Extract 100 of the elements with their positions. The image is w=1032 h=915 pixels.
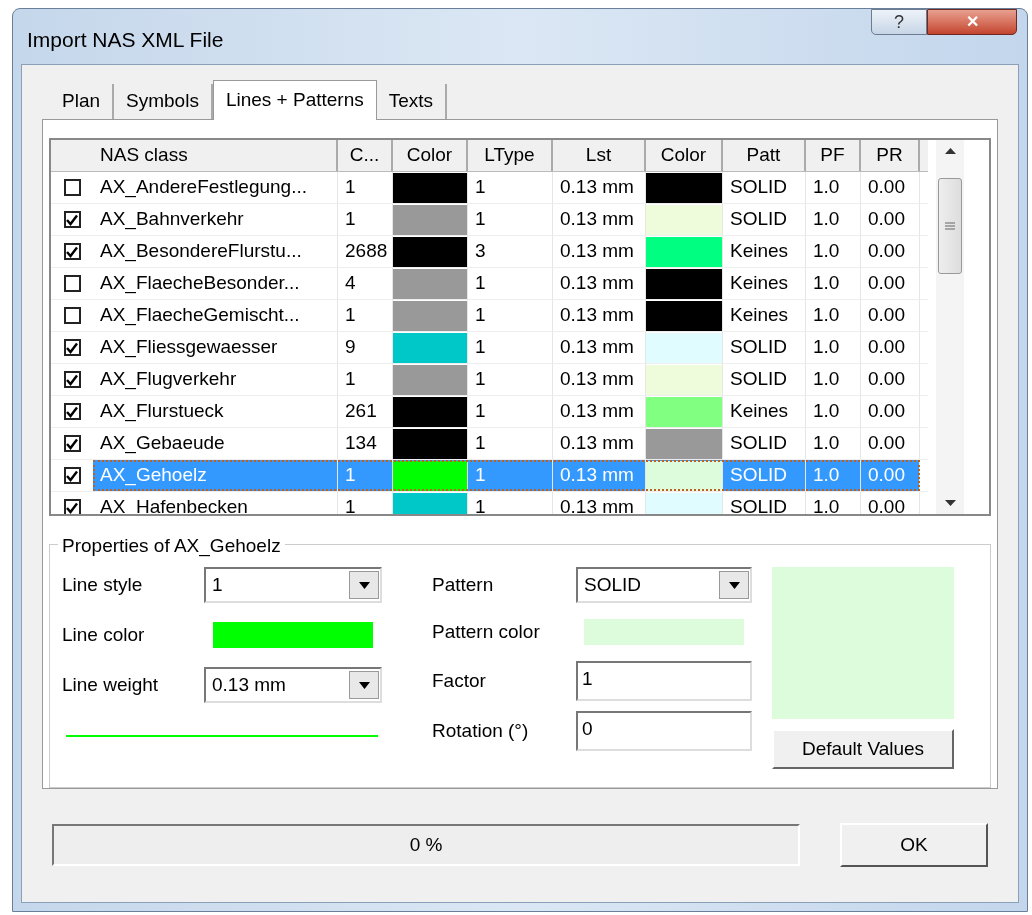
field-label: Line weight [62,672,159,697]
table-cell: 1 [468,492,553,515]
table-cell: 0.00 [861,332,920,363]
column-header[interactable]: Lst [553,140,646,171]
table-cell: AX_AndereFestlegung... [93,172,338,203]
table-cell: AX_Flugverkehr [93,364,338,395]
check-icon [66,341,78,354]
check-icon [66,501,78,514]
table-row[interactable]: AX_Gebaeude 134 1 0.13 mm SOLID 1.0 0.00 [93,428,920,459]
color-swatch[interactable] [213,622,373,649]
checkbox[interactable] [63,211,81,228]
table-cell: 1.0 [806,364,861,395]
table-cell: 1.0 [806,236,861,267]
help-button[interactable]: ? [871,9,927,35]
caret-icon [358,681,370,689]
field-label: Pattern color [432,619,540,644]
table-row[interactable]: AX_Hafenbecken 1 1 0.13 mm SOLID 1.0 0.00 [93,492,920,515]
table-cell: 1 [468,428,553,459]
column-header[interactable]: Color [393,140,468,171]
column-header[interactable]: Patt [723,140,806,171]
table-cell: AX_Gebaeude [93,428,338,459]
table-row[interactable]: AX_FlaecheBesonder... 4 1 0.13 mm Keines 1.0 0.00 [93,268,920,299]
field-label: Rotation (°) [432,718,529,743]
color-swatch[interactable] [584,619,744,646]
table-cell: 1 [468,460,553,491]
default-values-button[interactable]: Default Values [772,729,954,770]
table-cell: 1.0 [806,332,861,363]
table-cell: 1.0 [806,396,861,427]
checkbox[interactable] [63,499,81,515]
checkbox[interactable] [63,243,81,260]
dropdown-field[interactable]: 0.13 mm [204,667,382,704]
column-header[interactable]: C... [338,140,393,171]
table-cell: Keines [723,236,806,267]
table-cell: SOLID [723,492,806,515]
table-cell: 1 [468,300,553,331]
tab[interactable]: Lines + Patterns [212,80,377,120]
window-title: Import NAS XML File [27,27,224,53]
table-cell: AX_Gehoelz [93,460,338,491]
table-cell: 0.00 [861,396,920,427]
check-icon [66,245,78,258]
caret-icon [358,581,370,589]
column-header[interactable]: PF [806,140,861,171]
table-cell: AX_FlaecheBesonder... [93,268,338,299]
table-cell: 1.0 [806,300,861,331]
dropdown-field[interactable]: SOLID [576,567,752,604]
table-cell: 1.0 [806,204,861,235]
table-cell: 1.0 [806,460,861,491]
table-cell: SOLID [723,428,806,459]
check-icon [66,213,78,226]
up-arrow-icon [944,148,956,154]
table-row[interactable]: AX_BesondereFlurstu... 2688 3 0.13 mm Keines 1.0 0.00 [93,236,920,267]
check-icon [66,469,78,482]
scroll-thumb[interactable] [938,178,962,274]
grip-icon [945,222,955,230]
table-cell: 1 [468,204,553,235]
table-cell: 0.00 [861,268,920,299]
field-label: Pattern [432,572,494,597]
table-cell: 1.0 [806,172,861,203]
table-row[interactable]: AX_FlaecheGemischt... 1 1 0.13 mm Keines 1.0 0.00 [93,300,920,331]
dropdown-field[interactable]: 1 [204,567,382,604]
table-cell: 1 [468,364,553,395]
table-row[interactable]: AX_Fliessgewaesser 9 1 0.13 mm SOLID 1.0 0.00 [93,332,920,363]
table-cell: Keines [723,396,806,427]
table-cell: 1.0 [806,492,861,515]
column-header[interactable]: PR [861,140,920,171]
checkbox[interactable] [63,179,81,196]
table-row[interactable]: AX_Flugverkehr 1 1 0.13 mm SOLID 1.0 0.00 [93,364,920,395]
checkbox[interactable] [63,435,81,452]
checkbox[interactable] [63,467,81,484]
table-cell: SOLID [723,204,806,235]
table-row[interactable]: AX_AndereFestlegung... 1 1 0.13 mm SOLID 1.0 0.00 [93,172,920,203]
checkbox[interactable] [63,339,81,356]
table-cell: SOLID [723,332,806,363]
input-field[interactable]: 0 [576,711,752,752]
dropdown-button[interactable] [349,571,379,600]
checkbox[interactable] [63,371,81,388]
scrollbar[interactable] [936,140,964,515]
dropdown-button[interactable] [349,671,379,700]
checkbox[interactable] [63,307,81,324]
table-cell: AX_Hafenbecken [93,492,338,515]
table-cell: SOLID [723,460,806,491]
dropdown-button[interactable] [719,571,749,600]
column-header[interactable]: LType [468,140,553,171]
table-cell: 0.00 [861,492,920,515]
ok-button[interactable]: OK [840,823,988,867]
field-label: Line color [62,622,145,647]
check-icon [66,373,78,386]
check-icon [66,437,78,450]
column-header[interactable]: Color [646,140,723,171]
column-header[interactable]: NAS class [93,140,338,171]
table-cell: 1 [468,268,553,299]
checkbox[interactable] [63,275,81,292]
table-cell: Keines [723,300,806,331]
table-row[interactable]: AX_Flurstueck 261 1 0.13 mm Keines 1.0 0.00 [93,396,920,427]
input-field[interactable]: 1 [576,661,752,702]
caret-icon [728,581,740,589]
table-row[interactable]: AX_Bahnverkehr 1 1 0.13 mm SOLID 1.0 0.00 [93,204,920,235]
checkbox[interactable] [63,403,81,420]
table-cell: 0.00 [861,300,920,331]
table-cell: 0.00 [861,236,920,267]
